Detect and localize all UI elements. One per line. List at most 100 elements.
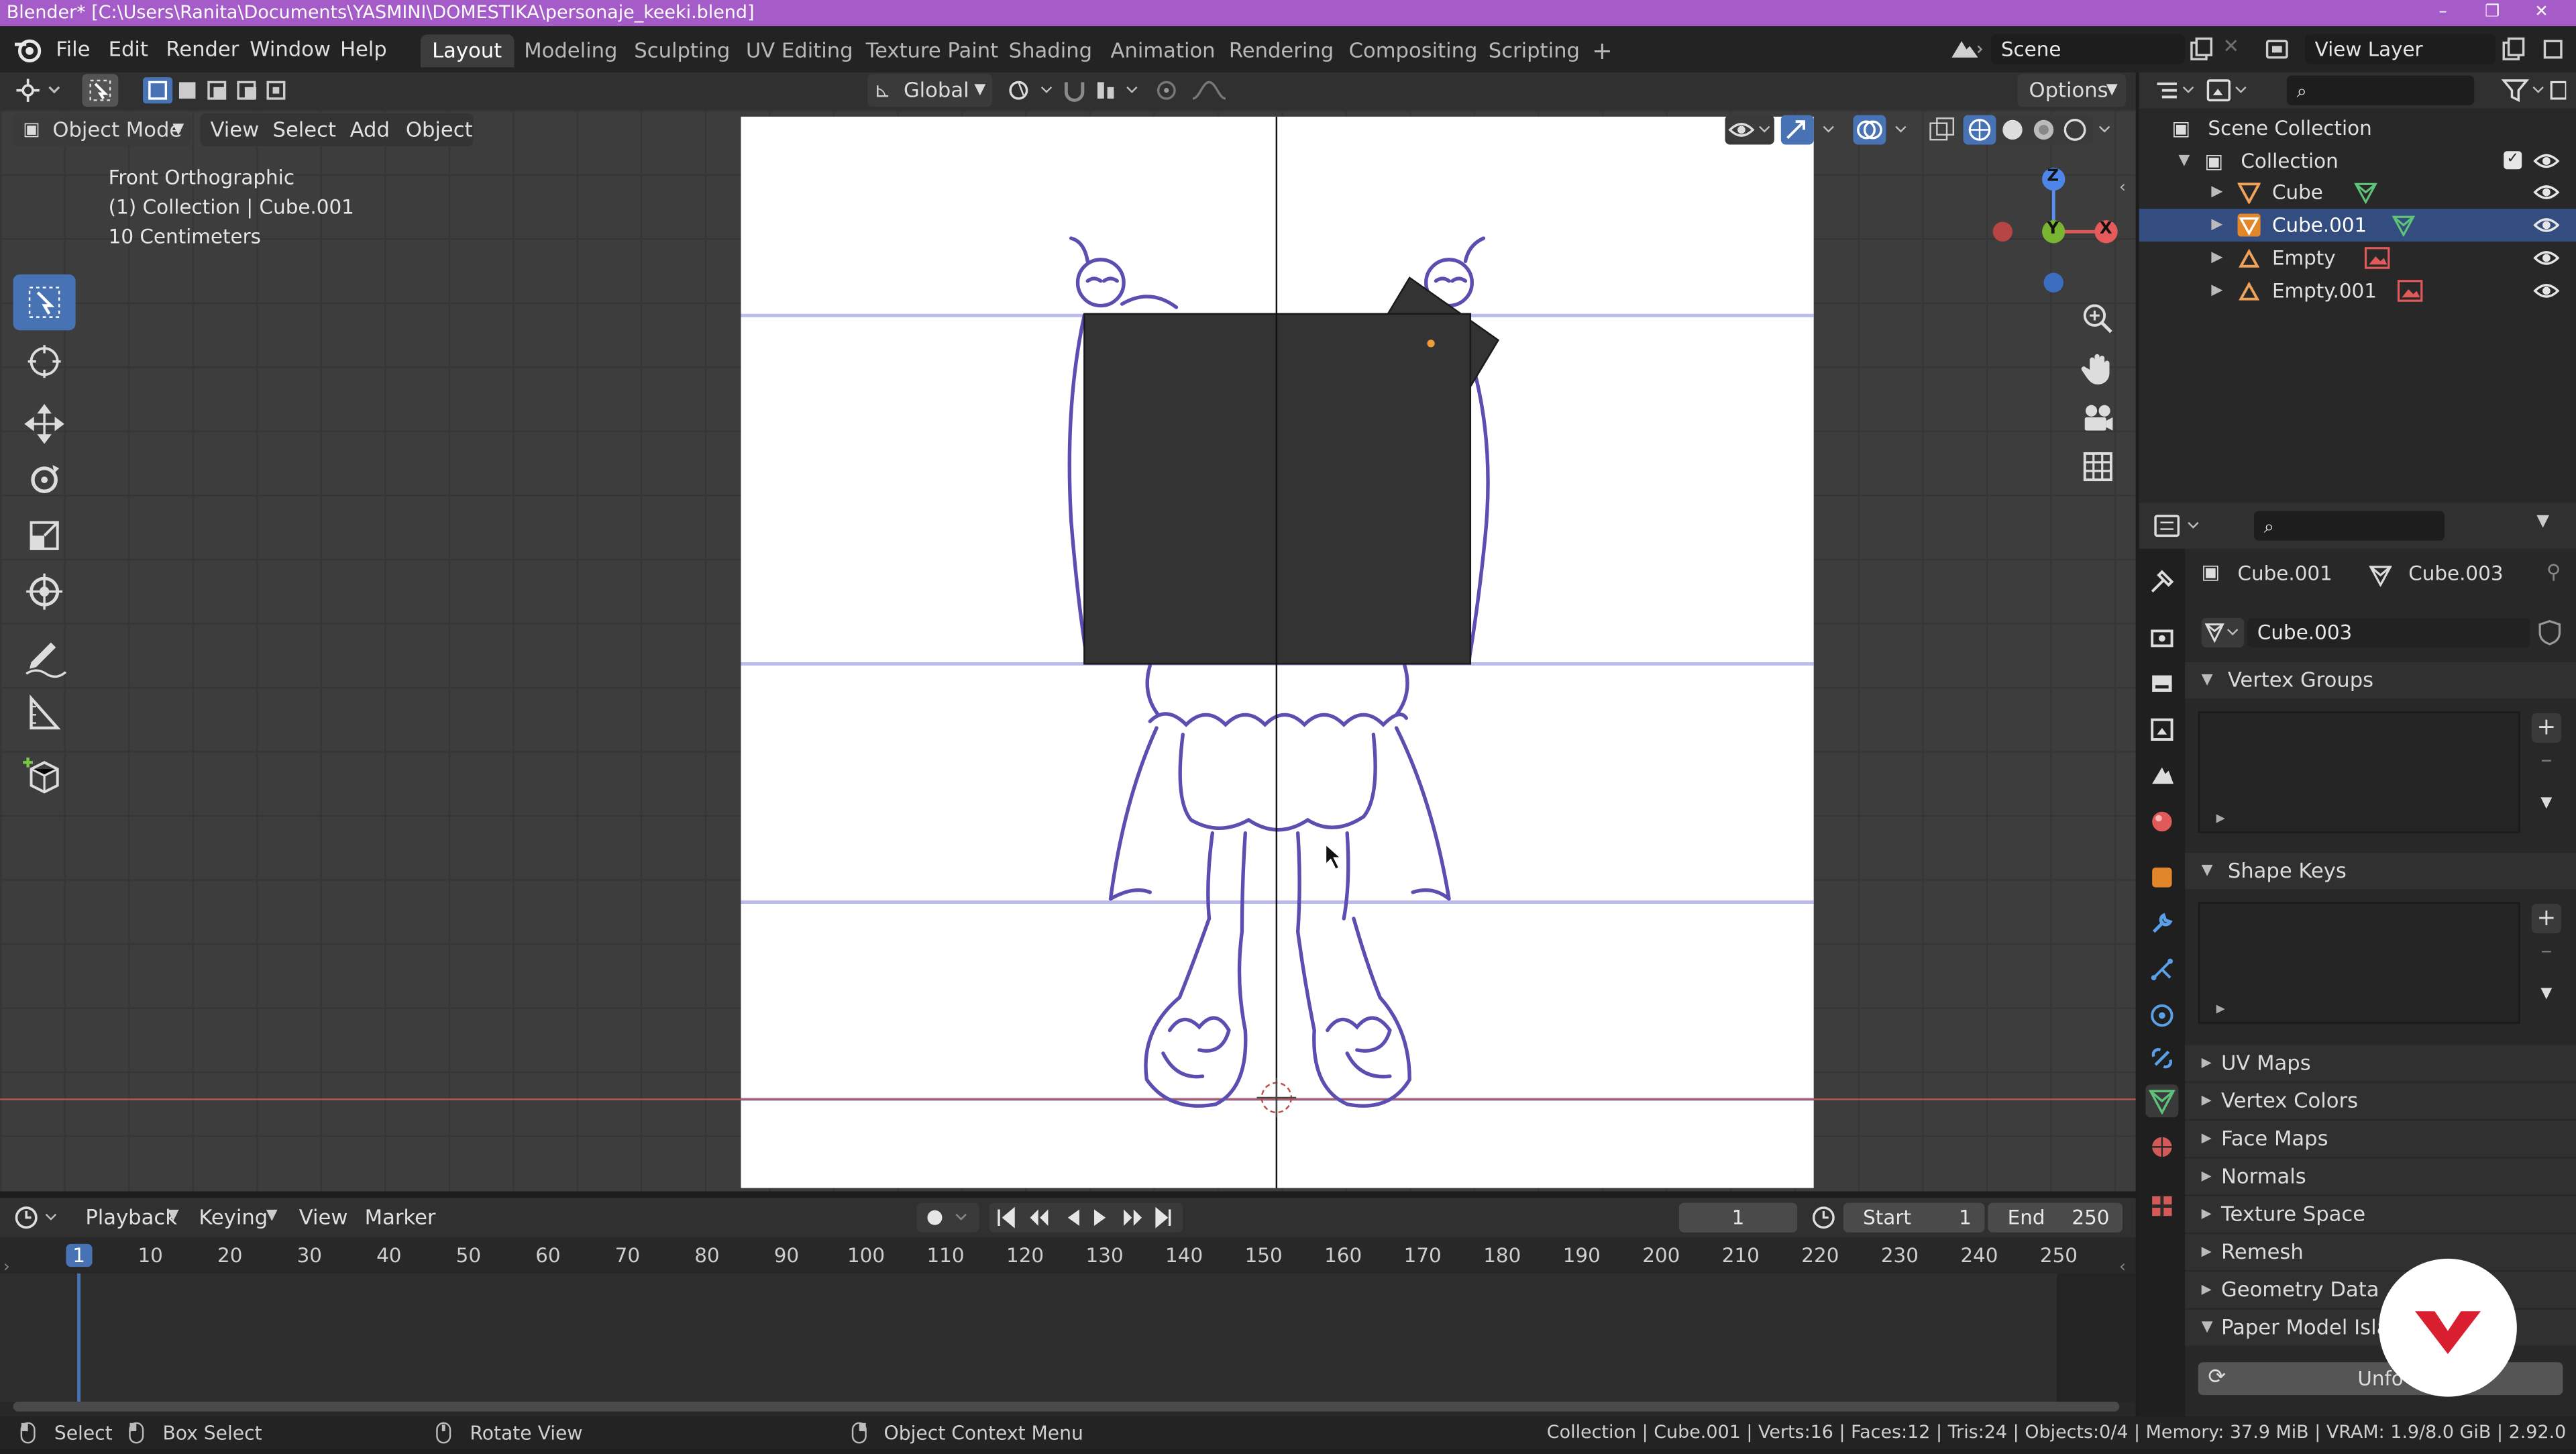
tweak-select-tool-icon[interactable]: [13, 274, 76, 331]
menu-add[interactable]: Add: [340, 115, 400, 144]
eye-icon[interactable]: [2533, 246, 2560, 269]
select-tool-icon[interactable]: [82, 74, 119, 107]
move-tool-icon[interactable]: [13, 396, 76, 452]
shading-mode-icons[interactable]: [1962, 115, 2119, 145]
render-tab-icon[interactable]: [2145, 621, 2178, 654]
add-shape-key-button[interactable]: +: [2531, 903, 2561, 934]
physics-tab-icon[interactable]: [2145, 999, 2178, 1032]
outliner-row-scene-collection[interactable]: ▣ Scene Collection: [2139, 112, 2576, 145]
view-layer-tab-icon[interactable]: [2145, 713, 2178, 746]
new-view-layer-icon[interactable]: [2500, 36, 2526, 62]
shape-key-specials-button[interactable]: ▼: [2532, 980, 2561, 1009]
timeline-ruler[interactable]: 1 10 20 30 40 50 60 70 80 90 100 110 120 130 140 150 160…: [0, 1237, 2136, 1274]
remove-vertex-group-button[interactable]: –: [2532, 746, 2561, 776]
eye-icon[interactable]: [2533, 180, 2560, 203]
add-cube-tool-icon[interactable]: [13, 747, 76, 803]
clock-icon[interactable]: [1811, 1204, 1837, 1231]
menu-window[interactable]: Window: [240, 34, 341, 64]
add-vertex-group-button[interactable]: +: [2531, 713, 2561, 743]
outliner-row-cube-001[interactable]: ▶ Cube.001: [2139, 209, 2576, 242]
panel-vertex-colors[interactable]: ▶ Vertex Colors: [2185, 1082, 2576, 1119]
playhead-line[interactable]: [77, 1273, 81, 1402]
tab-layout[interactable]: Layout: [420, 34, 514, 68]
mesh-data-tab-icon[interactable]: [2145, 1084, 2179, 1118]
menu-object[interactable]: Object: [396, 115, 482, 144]
texture-tab-icon[interactable]: [2145, 1190, 2178, 1223]
tab-compositing[interactable]: Compositing: [1337, 34, 1489, 67]
menu-select[interactable]: Select: [263, 115, 346, 144]
3d-viewport[interactable]: Front Orthographic (1) Collection | Cube…: [0, 110, 2136, 1192]
outliner-row-collection[interactable]: ▼ ▣ Collection ✓: [2139, 145, 2576, 178]
output-tab-icon[interactable]: [2145, 667, 2178, 700]
rotate-tool-icon[interactable]: [13, 452, 76, 507]
perspective-grid-icon[interactable]: [2077, 446, 2120, 488]
sidebar-toggle-icon[interactable]: ‹: [2119, 179, 2126, 197]
expand-arrow-icon[interactable]: ▶: [2211, 242, 2222, 274]
tab-texture-paint[interactable]: Texture Paint: [854, 34, 1010, 67]
remove-view-layer-icon[interactable]: [2540, 36, 2566, 62]
timeline-editor-type-icon[interactable]: [13, 1204, 62, 1231]
expand-arrow-icon[interactable]: ▶: [2211, 274, 2222, 307]
timeline-frame-area[interactable]: [0, 1273, 2136, 1402]
tab-scripting[interactable]: Scripting: [1477, 34, 1591, 67]
display-mode-icon[interactable]: [2205, 77, 2251, 103]
vertex-group-specials-button[interactable]: ▼: [2532, 789, 2561, 819]
close-window-button[interactable]: ✕: [2524, 0, 2560, 26]
proportional-editing-icon[interactable]: [1150, 77, 1235, 103]
outliner-row-empty-001[interactable]: ▶ Empty.001: [2139, 274, 2576, 307]
chevron-left-icon[interactable]: ›: [3, 1259, 10, 1277]
shape-keys-list[interactable]: ▶: [2198, 902, 2520, 1024]
selection-mode-icons[interactable]: [142, 76, 296, 105]
menu-help[interactable]: Help: [330, 34, 396, 64]
tab-rendering[interactable]: Rendering: [1218, 34, 1346, 67]
panel-face-maps[interactable]: ▶ Face Maps: [2185, 1121, 2576, 1157]
particles-tab-icon[interactable]: [2145, 953, 2178, 986]
pivot-point-icon[interactable]: [1006, 77, 1058, 103]
mesh-browse-button[interactable]: [2201, 617, 2245, 647]
outliner-search-input[interactable]: ⌕: [2286, 75, 2475, 105]
fake-user-shield-icon[interactable]: [2536, 619, 2563, 645]
blender-logo-icon[interactable]: [13, 34, 43, 64]
tab-shading[interactable]: Shading: [998, 34, 1104, 67]
chevron-down-icon[interactable]: ▼: [2536, 513, 2549, 531]
panel-shape-keys[interactable]: ▼ Shape Keys: [2185, 853, 2576, 889]
end-frame-field[interactable]: End 250: [1988, 1202, 2123, 1233]
tab-animation[interactable]: Animation: [1099, 34, 1226, 67]
menu-keying[interactable]: Keying: [189, 1203, 278, 1233]
expand-arrow-icon[interactable]: ▶: [2216, 1002, 2225, 1016]
panel-normals[interactable]: ▶ Normals: [2185, 1158, 2576, 1195]
current-frame-field[interactable]: 1: [1678, 1202, 1798, 1233]
chevron-right-icon[interactable]: ‹: [2119, 1259, 2126, 1277]
remove-scene-icon[interactable]: ✕: [2222, 34, 2239, 57]
properties-editor-type-icon[interactable]: [2152, 513, 2208, 539]
tab-modeling[interactable]: Modeling: [513, 34, 629, 67]
eye-icon[interactable]: [2533, 279, 2560, 302]
annotate-tool-icon[interactable]: [13, 629, 76, 685]
panel-uv-maps[interactable]: ▶ UV Maps: [2185, 1045, 2576, 1082]
exclude-checkbox[interactable]: ✓: [2504, 151, 2522, 170]
menu-file[interactable]: File: [46, 34, 101, 64]
options-dropdown[interactable]: Options ▼: [2017, 74, 2126, 107]
auto-keying-icon[interactable]: [916, 1202, 983, 1233]
pin-icon[interactable]: ⚲: [2546, 560, 2561, 583]
maximize-button[interactable]: ❐: [2474, 0, 2510, 26]
transform-tool-icon[interactable]: [13, 564, 76, 619]
editor-type-icon[interactable]: [13, 76, 62, 105]
timeline-scrollbar[interactable]: [13, 1401, 2120, 1412]
menu-marker[interactable]: Marker: [355, 1203, 445, 1233]
vertex-groups-list[interactable]: ▶: [2198, 711, 2520, 833]
cursor-tool-icon[interactable]: [13, 333, 76, 389]
scene-field[interactable]: Scene: [1991, 34, 2186, 64]
remove-shape-key-button[interactable]: –: [2532, 937, 2561, 966]
scale-tool-icon[interactable]: [13, 508, 76, 564]
scene-tab-icon[interactable]: [2145, 759, 2178, 792]
xray-icon[interactable]: [1925, 115, 1958, 144]
filter-icon[interactable]: [2500, 77, 2567, 103]
zoom-icon[interactable]: [2077, 297, 2120, 340]
expand-arrow-icon[interactable]: ▶: [2211, 176, 2222, 209]
menu-edit[interactable]: Edit: [99, 34, 158, 64]
outliner-editor-type-icon[interactable]: [2152, 77, 2198, 103]
add-workspace-button[interactable]: +: [1580, 34, 1624, 67]
panel-texture-space[interactable]: ▶ Texture Space: [2185, 1196, 2576, 1233]
visibility-icon[interactable]: [1725, 115, 1777, 145]
